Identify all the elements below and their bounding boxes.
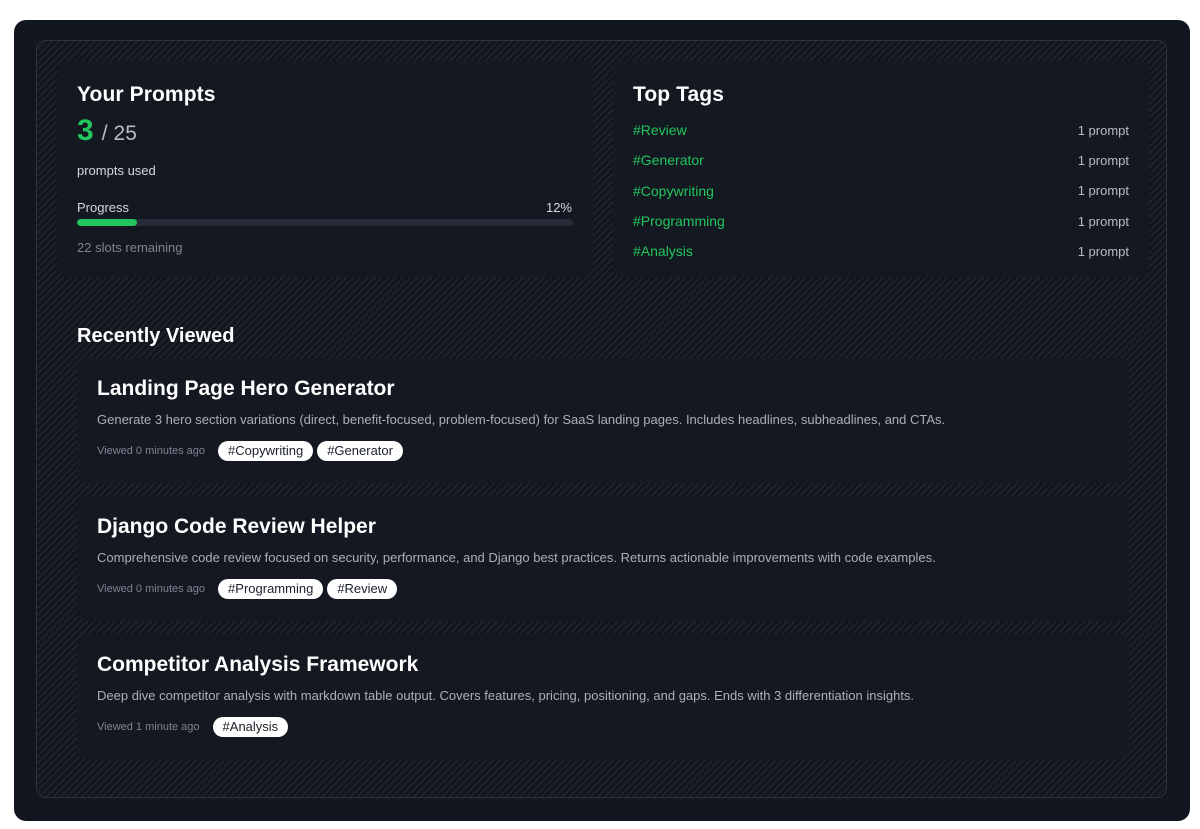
progress-percent: 12% bbox=[545, 200, 572, 215]
tag-chip[interactable]: #Copywriting bbox=[218, 441, 314, 461]
progress-label: Progress bbox=[77, 200, 130, 215]
recently-viewed-title: Recently Viewed bbox=[77, 325, 235, 347]
top-tags-list: #Review 1 prompt #Generator 1 prompt #Co… bbox=[633, 115, 1129, 266]
top-tags-title: Top Tags bbox=[633, 83, 725, 106]
recent-prompt-description: Comprehensive code review focused on sec… bbox=[97, 550, 936, 565]
tag-link[interactable]: #Analysis bbox=[633, 243, 693, 259]
prompts-usage-card: Your Prompts 3 / 25 prompts used Progres… bbox=[57, 61, 593, 277]
progress-bar-fill bbox=[77, 219, 137, 226]
recent-prompt-card[interactable]: Competitor Analysis Framework Deep dive … bbox=[77, 634, 1129, 759]
tag-count: 1 prompt bbox=[1077, 152, 1129, 168]
prompts-used-label: prompts used bbox=[77, 163, 156, 178]
progress-bar bbox=[77, 219, 573, 226]
tag-chip[interactable]: #Generator bbox=[317, 441, 403, 461]
tag-count: 1 prompt bbox=[1077, 243, 1129, 259]
recent-prompt-card[interactable]: Django Code Review Helper Comprehensive … bbox=[77, 496, 1129, 621]
recent-prompt-title[interactable]: Competitor Analysis Framework bbox=[97, 653, 418, 677]
recent-prompt-meta: Viewed 0 minutes ago #Copywriting #Gener… bbox=[97, 441, 407, 461]
slots-remaining: 22 slots remaining bbox=[77, 240, 183, 255]
recent-prompt-title[interactable]: Django Code Review Helper bbox=[97, 515, 376, 539]
prompts-total-count: 25 bbox=[113, 122, 137, 145]
tag-chip[interactable]: #Programming bbox=[218, 579, 324, 599]
tag-row[interactable]: #Analysis 1 prompt bbox=[633, 236, 1129, 266]
count-separator: / bbox=[101, 122, 108, 145]
recent-prompt-meta: Viewed 0 minutes ago #Programming #Revie… bbox=[97, 579, 401, 599]
recent-prompt-description: Deep dive competitor analysis with markd… bbox=[97, 688, 915, 703]
tag-link[interactable]: #Generator bbox=[633, 152, 704, 168]
tag-link[interactable]: #Programming bbox=[633, 213, 725, 229]
prompts-card-title: Your Prompts bbox=[77, 83, 216, 106]
tag-row[interactable]: #Review 1 prompt bbox=[633, 115, 1129, 145]
viewed-timestamp: Viewed 1 minute ago bbox=[97, 721, 200, 733]
viewed-timestamp: Viewed 0 minutes ago bbox=[97, 583, 206, 595]
tag-row[interactable]: #Generator 1 prompt bbox=[633, 145, 1129, 175]
tag-link[interactable]: #Copywriting bbox=[633, 183, 714, 199]
tag-row[interactable]: #Copywriting 1 prompt bbox=[633, 176, 1129, 206]
recent-prompt-card[interactable]: Landing Page Hero Generator Generate 3 h… bbox=[77, 358, 1129, 483]
prompts-count: 3 / 25 bbox=[77, 114, 137, 148]
tag-row[interactable]: #Programming 1 prompt bbox=[633, 206, 1129, 236]
top-tags-card: Top Tags #Review 1 prompt #Generator 1 p… bbox=[613, 61, 1149, 277]
tag-count: 1 prompt bbox=[1077, 183, 1129, 199]
tag-link[interactable]: #Review bbox=[633, 122, 687, 138]
recent-prompt-title[interactable]: Landing Page Hero Generator bbox=[97, 377, 395, 401]
tag-chip[interactable]: #Analysis bbox=[212, 717, 289, 737]
viewed-timestamp: Viewed 0 minutes ago bbox=[97, 445, 206, 457]
prompts-used-count: 3 bbox=[77, 114, 94, 147]
tag-chip[interactable]: #Review bbox=[327, 579, 398, 599]
tag-count: 1 prompt bbox=[1077, 122, 1129, 138]
tag-count: 1 prompt bbox=[1077, 213, 1129, 229]
recent-prompt-description: Generate 3 hero section variations (dire… bbox=[97, 412, 946, 427]
recent-prompt-meta: Viewed 1 minute ago #Analysis bbox=[97, 717, 292, 737]
